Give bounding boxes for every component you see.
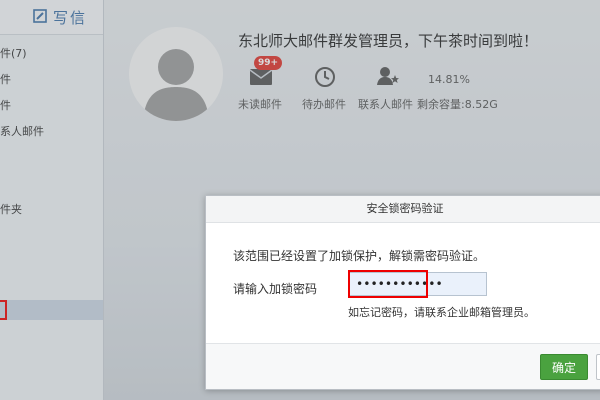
dialog-title: 安全锁密码验证 (206, 196, 600, 223)
password-input[interactable] (349, 272, 487, 296)
dialog-footer: 确定 (206, 343, 600, 389)
password-label: 请输入加锁密码 (233, 282, 318, 296)
forgot-password-hint: 如忘记密码，请联系企业邮箱管理员。 (348, 306, 535, 319)
dialog-message: 该范围已经设置了加锁保护，解锁需密码验证。 (233, 249, 486, 263)
cancel-button[interactable] (596, 354, 600, 380)
security-lock-dialog: 安全锁密码验证 该范围已经设置了加锁保护，解锁需密码验证。 请输入加锁密码 如忘… (205, 195, 600, 390)
confirm-button[interactable]: 确定 (540, 354, 588, 380)
